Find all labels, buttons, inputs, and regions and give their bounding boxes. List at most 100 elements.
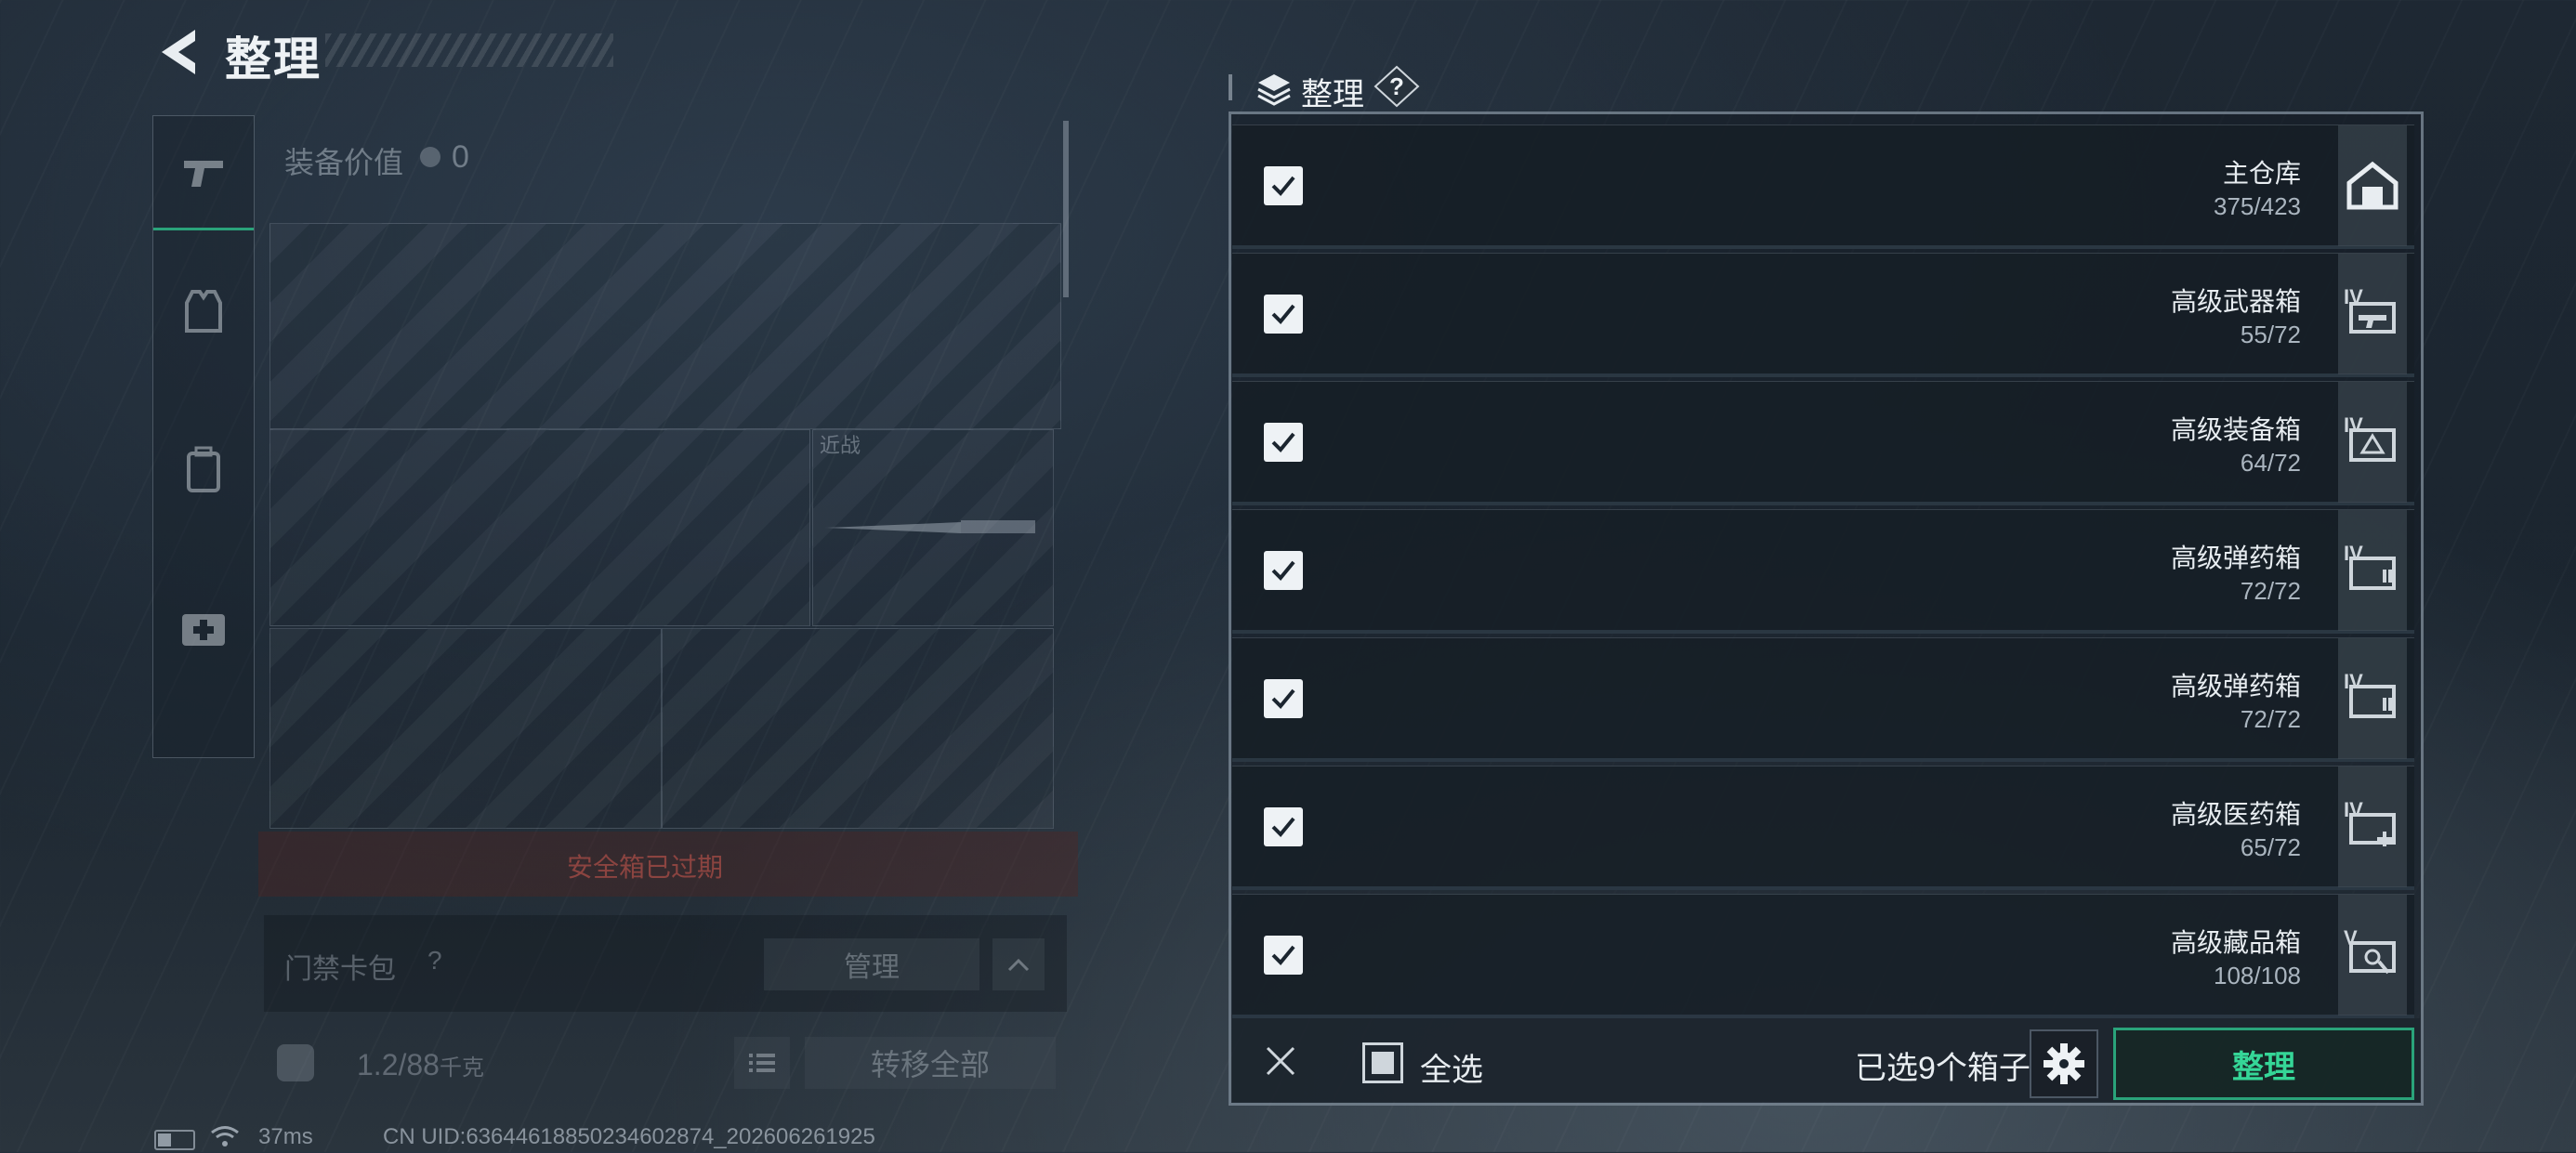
box-row[interactable]: 高级装备箱 64/72 IV	[1232, 381, 2414, 505]
checkmark-icon	[1271, 817, 1295, 837]
box-name: 高级藏品箱	[2170, 928, 2301, 957]
melee-label: 近战	[820, 434, 861, 457]
weight-max: /88	[398, 1048, 440, 1081]
weight-icon	[277, 1044, 314, 1081]
layers-icon	[1255, 71, 1294, 108]
tab-weapons[interactable]	[153, 116, 254, 230]
box-checkbox[interactable]	[1264, 423, 1303, 462]
checkmark-icon	[1271, 304, 1295, 324]
checkmark-icon	[1271, 432, 1295, 452]
tab-backpack[interactable]	[153, 413, 254, 525]
box-checkbox[interactable]	[1264, 551, 1303, 590]
settings-button[interactable]	[2030, 1029, 2098, 1098]
box-checkbox[interactable]	[1264, 679, 1303, 718]
tier-label: IV	[2344, 798, 2363, 821]
tier-label: V	[2344, 926, 2358, 950]
manage-button[interactable]: 管理	[764, 938, 979, 990]
side-tab-bar	[152, 115, 255, 758]
box-checkbox[interactable]	[1264, 936, 1303, 975]
list-view-button[interactable]	[734, 1037, 790, 1089]
list-icon	[749, 1054, 775, 1072]
back-arrow-icon[interactable]	[152, 24, 208, 80]
organize-button[interactable]: 整理	[2113, 1028, 2414, 1100]
transfer-all-button[interactable]: 转移全部	[805, 1037, 1056, 1089]
box-row[interactable]: 高级医药箱 65/72 IV	[1232, 766, 2414, 890]
panel-header-mark	[1229, 74, 1232, 100]
weapon-case-icon: IV	[2338, 254, 2407, 374]
equipment-slot[interactable]	[662, 628, 1054, 829]
wifi-icon	[210, 1124, 240, 1153]
card-pack-label: 门禁卡包	[284, 954, 396, 985]
box-row[interactable]: 高级武器箱 55/72 IV	[1232, 253, 2414, 377]
ammo-case-icon: IV	[2338, 510, 2407, 631]
tab-armor[interactable]	[153, 255, 254, 367]
warehouse-icon	[2338, 125, 2407, 246]
medkit-icon	[182, 614, 225, 646]
scrollbar[interactable]	[1063, 121, 1069, 297]
vest-icon	[185, 290, 222, 333]
box-count: 375/423	[2214, 192, 2301, 220]
box-count: 72/72	[2240, 577, 2301, 605]
box-row[interactable]: 高级弹药箱 72/72 IV	[1232, 637, 2414, 762]
box-checkbox[interactable]	[1264, 166, 1303, 205]
collection-case-icon: V	[2338, 895, 2407, 1015]
coin-icon	[420, 147, 440, 167]
help-icon[interactable]: ?	[1373, 65, 1420, 108]
safe-box-status: 安全箱已过期	[567, 853, 724, 882]
box-name: 高级医药箱	[2170, 800, 2301, 829]
box-name: 主仓库	[2222, 159, 2301, 188]
box-row[interactable]: 高级弹药箱 72/72 IV	[1232, 509, 2414, 634]
tier-label: IV	[2344, 542, 2363, 565]
select-all-checkbox[interactable]	[1362, 1042, 1403, 1083]
pistol-icon	[184, 161, 223, 187]
box-name: 高级武器箱	[2170, 287, 2301, 316]
box-checkbox[interactable]	[1264, 807, 1303, 846]
ammo-case-icon: IV	[2338, 638, 2407, 759]
equipment-slot[interactable]	[269, 628, 662, 829]
backpack-icon	[187, 446, 220, 492]
card-pack-help-icon[interactable]: ?	[427, 946, 442, 976]
weight-unit: 千克	[439, 1055, 484, 1081]
box-count: 65/72	[2240, 833, 2301, 861]
box-count: 55/72	[2240, 321, 2301, 348]
equipment-slot[interactable]	[269, 429, 810, 626]
equip-value: 0	[452, 139, 469, 175]
box-count: 64/72	[2240, 449, 2301, 477]
box-row[interactable]: 高级藏品箱 108/108 V	[1232, 894, 2414, 1018]
weight-value: 1.2	[357, 1048, 399, 1081]
tier-label: IV	[2344, 285, 2363, 308]
title-decoration	[325, 33, 613, 67]
uid-text: CN UID:636446188502346028​74_20260626192…	[383, 1124, 875, 1149]
select-all-label: 全选	[1420, 1053, 1483, 1088]
weight-display: 1.2/88千克	[357, 1048, 484, 1082]
tab-medical[interactable]	[153, 571, 254, 683]
collapse-button[interactable]	[992, 938, 1045, 990]
organize-panel-title: 整理	[1301, 77, 1364, 112]
ping-text: 37ms	[258, 1124, 313, 1149]
gear-icon	[2044, 1043, 2084, 1084]
box-row[interactable]: 主仓库 375/423	[1232, 124, 2414, 249]
checkmark-icon	[1271, 688, 1295, 709]
checkmark-icon	[1271, 176, 1295, 196]
tier-label: IV	[2344, 413, 2363, 437]
equip-value-label: 装备价值	[284, 146, 404, 179]
box-count: 108/108	[2214, 962, 2301, 989]
box-checkbox[interactable]	[1264, 295, 1303, 334]
box-name: 高级弹药箱	[2170, 672, 2301, 701]
knife-icon	[821, 513, 1041, 545]
battery-icon	[154, 1130, 195, 1150]
page-title: 整理	[225, 33, 322, 85]
box-count: 72/72	[2240, 705, 2301, 733]
checkmark-icon	[1271, 560, 1295, 581]
chevron-up-icon	[1007, 958, 1030, 972]
box-name: 高级弹药箱	[2170, 544, 2301, 572]
checkmark-icon	[1271, 945, 1295, 965]
medical-case-icon: IV	[2338, 766, 2407, 887]
help-icon-text: ?	[1389, 72, 1404, 100]
tier-label: IV	[2344, 670, 2363, 693]
close-icon[interactable]	[1260, 1041, 1301, 1081]
equipment-slot[interactable]	[269, 223, 1061, 429]
selected-count: 已选9个箱子	[1855, 1051, 2031, 1086]
gear-case-icon: IV	[2338, 382, 2407, 503]
box-name: 高级装备箱	[2170, 415, 2301, 444]
